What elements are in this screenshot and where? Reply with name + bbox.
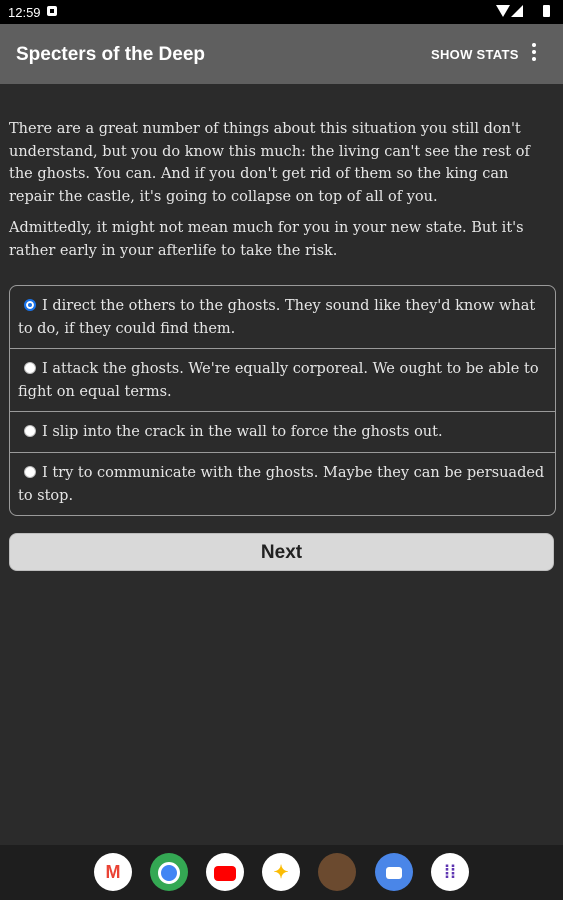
status-time: 12:59 xyxy=(8,5,41,20)
notification-icon xyxy=(47,6,57,16)
chrome-icon[interactable] xyxy=(150,853,188,891)
story-paragraph: Admittedly, it might not mean much for y… xyxy=(9,220,524,259)
radio-button[interactable] xyxy=(24,425,36,438)
choice-label: I slip into the crack in the wall to for… xyxy=(42,424,443,441)
choice-option[interactable]: I slip into the crack in the wall to for… xyxy=(10,412,555,453)
youtube-icon[interactable] xyxy=(206,853,244,891)
messages-icon[interactable] xyxy=(375,853,413,891)
radio-button[interactable] xyxy=(24,465,36,478)
status-bar: 12:59 xyxy=(0,0,563,24)
photos-icon[interactable]: ✦ xyxy=(262,853,300,891)
next-button[interactable]: Next xyxy=(9,533,554,571)
radio-button[interactable] xyxy=(24,362,36,375)
gmail-icon[interactable]: M xyxy=(94,853,132,891)
app-drawer-icon[interactable]: ⁞⁞ xyxy=(431,853,469,891)
choice-option[interactable]: I attack the ghosts. We're equally corpo… xyxy=(10,349,555,413)
choice-label: I direct the others to the ghosts. They … xyxy=(18,298,536,337)
wifi-icon xyxy=(496,5,510,17)
choice-label: I try to communicate with the ghosts. Ma… xyxy=(18,464,545,504)
story-paragraph: There are a great number of things about… xyxy=(9,121,530,205)
game-app-icon[interactable] xyxy=(318,853,356,891)
battery-icon xyxy=(543,5,550,17)
app-bar: Specters of the Deep SHOW STATS xyxy=(0,24,563,84)
choice-list: I direct the others to the ghosts. They … xyxy=(9,285,556,517)
radio-button-selected[interactable] xyxy=(24,299,36,311)
choice-option[interactable]: I direct the others to the ghosts. They … xyxy=(10,286,555,350)
story-text: There are a great number of things about… xyxy=(9,118,555,272)
signal-icon xyxy=(511,5,523,17)
show-stats-button[interactable]: SHOW STATS xyxy=(431,47,519,62)
app-title: Specters of the Deep xyxy=(16,44,205,65)
choice-option[interactable]: I try to communicate with the ghosts. Ma… xyxy=(10,453,555,515)
choice-label: I attack the ghosts. We're equally corpo… xyxy=(18,361,539,400)
more-options-icon[interactable] xyxy=(527,41,541,65)
